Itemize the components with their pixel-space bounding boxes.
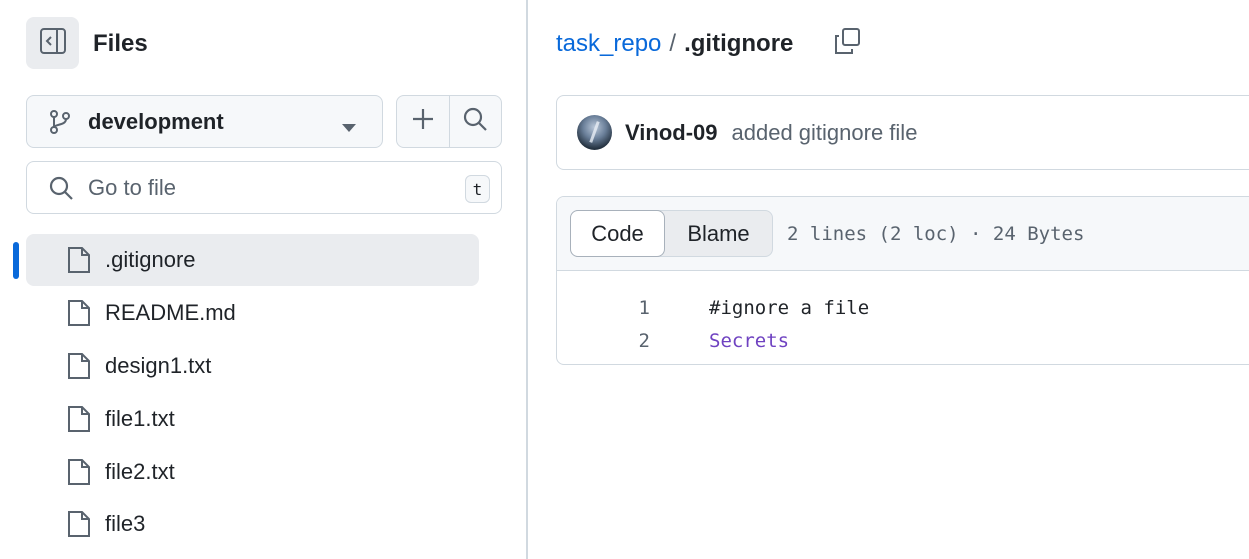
git-branch-icon <box>49 109 71 135</box>
file-content-header: Code Blame 2 lines (2 loc) · 24 Bytes <box>557 197 1249 271</box>
copy-path-button[interactable] <box>830 26 864 60</box>
file-icon <box>67 510 91 538</box>
branch-selector[interactable]: development <box>26 95 383 148</box>
file-tree-item-gitignore[interactable]: .gitignore <box>0 234 528 287</box>
collapse-sidebar-button[interactable] <box>26 17 79 69</box>
copy-icon <box>833 27 861 60</box>
plus-icon <box>412 108 434 135</box>
file-icon <box>67 352 91 380</box>
line-content: #ignore a file <box>709 296 870 319</box>
file-tree-item-design1[interactable]: design1.txt <box>0 340 528 393</box>
commit-message-link[interactable]: added gitignore file <box>732 120 918 146</box>
code-lines: 1 #ignore a file 2 Secrets <box>557 271 1249 357</box>
file-stats: 2 lines (2 loc) · 24 Bytes <box>787 222 1085 245</box>
search-icon <box>49 176 73 200</box>
file-name: file2.txt <box>105 458 175 484</box>
file-name: README.md <box>105 300 236 326</box>
branch-name: development <box>88 108 224 134</box>
view-mode-toggle: Code Blame <box>570 210 773 257</box>
file-actions-group <box>396 95 502 148</box>
file-icon <box>67 458 91 486</box>
file-tree-item-file1[interactable]: file1.txt <box>0 392 528 445</box>
go-to-file-input[interactable] <box>88 174 448 201</box>
file-tree-item-file2[interactable]: file2.txt <box>0 445 528 498</box>
breadcrumb-current-file: .gitignore <box>684 30 794 57</box>
breadcrumb-separator: / <box>669 30 677 57</box>
file-tree: .gitignore README.md design1.txt file1.t… <box>0 234 528 551</box>
file-tree-item-file3[interactable]: file3 <box>0 498 528 551</box>
breadcrumb-repo-link[interactable]: task_repo <box>556 29 661 59</box>
file-view: task_repo / .gitignore Vinod-09 added gi… <box>530 0 1249 559</box>
latest-commit-bar: Vinod-09 added gitignore file <box>556 95 1249 170</box>
file-name: .gitignore <box>105 247 196 273</box>
sidebar-title: Files <box>93 30 148 57</box>
add-file-button[interactable] <box>397 96 449 147</box>
search-icon <box>463 107 488 136</box>
sidebar-collapse-icon <box>39 27 67 60</box>
file-name: file1.txt <box>105 405 175 431</box>
tab-code[interactable]: Code <box>570 210 665 257</box>
file-tree-sidebar: Files development Go to file t .gitignor… <box>0 0 528 559</box>
code-line: 2 Secrets <box>557 324 1249 357</box>
line-number[interactable]: 2 <box>557 330 650 352</box>
chevron-down-icon <box>342 119 356 137</box>
go-to-file-field: t <box>26 161 502 214</box>
file-icon <box>67 246 91 274</box>
file-icon <box>67 299 91 327</box>
file-name: file3 <box>105 511 146 537</box>
avatar[interactable] <box>577 115 612 150</box>
breadcrumb: task_repo / .gitignore <box>556 29 793 59</box>
file-tree-item-readme[interactable]: README.md <box>0 287 528 340</box>
file-content-panel: Code Blame 2 lines (2 loc) · 24 Bytes 1 … <box>556 196 1249 365</box>
line-content: Secrets <box>709 329 790 352</box>
commit-author-link[interactable]: Vinod-09 <box>625 120 718 146</box>
keyboard-shortcut-hint: t <box>465 175 490 203</box>
code-line: 1 #ignore a file <box>557 291 1249 324</box>
file-icon <box>67 405 91 433</box>
file-name: design1.txt <box>105 352 212 378</box>
tab-blame[interactable]: Blame <box>665 211 772 256</box>
line-number[interactable]: 1 <box>557 297 650 319</box>
search-code-button[interactable] <box>448 96 502 147</box>
